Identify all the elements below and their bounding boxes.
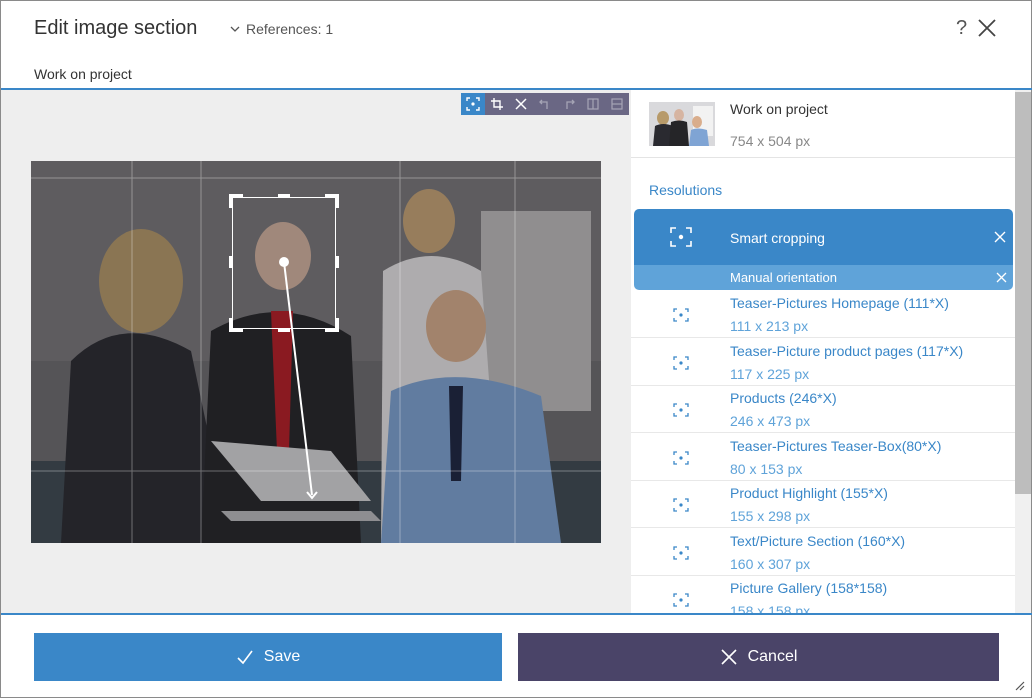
smart-crop-icon <box>466 97 480 111</box>
dialog-subtitle: Work on project <box>34 66 132 82</box>
checkmark-icon <box>237 650 253 665</box>
smart-crop-icon <box>673 403 689 417</box>
resize-grip-icon[interactable] <box>1013 679 1025 691</box>
resolutions-panel: Work on project 754 x 504 px Resolutions… <box>631 90 1015 613</box>
resolution-item[interactable]: Teaser-Pictures Teaser-Box(80*X) 80 x 153… <box>631 434 1015 481</box>
image-editor-area <box>1 90 631 613</box>
references-label: References: 1 <box>246 21 334 37</box>
manual-orientation-label: Manual orientation <box>730 270 837 285</box>
resolution-size: 158 x 158 px <box>730 603 811 613</box>
resolution-name: Picture Gallery (158*158) <box>730 580 888 596</box>
panel-scrollbar[interactable] <box>1015 90 1031 613</box>
edit-image-dialog: Edit image section References: 1 ? Work … <box>0 0 1032 698</box>
image-name: Work on project <box>730 101 828 117</box>
smart-crop-icon <box>673 545 689 560</box>
chevron-down-icon <box>230 26 240 32</box>
close-icon[interactable] <box>994 231 1006 243</box>
flip-vertical-icon <box>611 98 623 110</box>
flip-vertical-tool[interactable] <box>605 93 629 115</box>
flip-horizontal-icon <box>587 98 599 110</box>
cancel-button[interactable]: Cancel <box>518 633 999 681</box>
resolution-name: Products (246*X) <box>730 390 837 406</box>
undo-tool[interactable] <box>533 93 557 115</box>
smart-crop-icon <box>673 498 689 512</box>
close-icon <box>721 649 737 665</box>
close-icon <box>515 98 527 110</box>
resolution-size: 80 x 153 px <box>730 460 803 477</box>
close-icon[interactable] <box>996 272 1007 283</box>
resolution-size: 111 x 213 px <box>730 318 809 334</box>
resolution-item[interactable]: Picture Gallery (158*158) 158 x 158 px <box>631 576 1015 613</box>
close-icon[interactable] <box>977 18 997 38</box>
resolution-size: 160 x 307 px <box>730 555 811 572</box>
smart-crop-icon <box>673 593 689 607</box>
resolution-name: Teaser-Pictures Teaser-Box(80*X) <box>730 437 942 454</box>
footer-divider <box>1 613 1032 615</box>
undo-icon <box>539 99 548 109</box>
flip-horizontal-tool[interactable] <box>581 93 605 115</box>
resolution-size: 246 x 473 px <box>730 413 811 429</box>
cancel-label: Cancel <box>747 648 798 665</box>
dialog-title: Edit image section <box>34 17 198 39</box>
image-size: 754 x 504 px <box>730 133 811 149</box>
smart-cropping-label: Smart cropping <box>730 230 825 246</box>
editor-toolbar <box>461 93 629 115</box>
redo-icon <box>566 99 575 109</box>
references-toggle[interactable]: References: 1 <box>230 21 333 37</box>
smart-crop-icon <box>673 308 689 322</box>
smart-crop-tool[interactable] <box>461 93 485 115</box>
resolution-item[interactable]: Teaser-Picture product pages (117*X) 117 … <box>631 339 1015 386</box>
remove-crop-tool[interactable] <box>509 93 533 115</box>
save-button[interactable]: Save <box>34 633 502 681</box>
resolution-name: Teaser-Pictures Homepage (111*X) <box>730 295 949 311</box>
help-icon[interactable]: ? <box>956 17 967 40</box>
resolution-item[interactable]: Text/Picture Section (160*X) 160 x 307 px <box>631 529 1015 576</box>
image-thumbnail <box>649 102 715 146</box>
resolution-item[interactable]: Teaser-Pictures Homepage (111*X) 111 x 21… <box>631 291 1015 338</box>
smart-crop-icon <box>670 227 692 247</box>
resolution-name: Teaser-Picture product pages (117*X) <box>730 342 964 359</box>
resolutions-heading: Resolutions <box>649 182 723 198</box>
resolution-item[interactable]: Product Highlight (155*X) 155 x 298 px <box>631 481 1015 528</box>
smart-cropping-item[interactable]: Smart cropping <box>634 209 1013 265</box>
crop-tool[interactable] <box>485 93 509 115</box>
image-info: Work on project 754 x 504 px <box>631 90 1015 158</box>
editable-photo[interactable] <box>31 161 601 543</box>
resolution-name: Product Highlight (155*X) <box>730 485 888 501</box>
crop-icon <box>491 98 503 110</box>
redo-tool[interactable] <box>557 93 581 115</box>
resolution-size: 117 x 225 px <box>730 365 810 382</box>
resolution-size: 155 x 298 px <box>730 508 811 524</box>
smart-crop-icon <box>673 450 689 465</box>
manual-orientation-item[interactable]: Manual orientation <box>634 265 1013 290</box>
resolution-item[interactable]: Products (246*X) 246 x 473 px <box>631 386 1015 433</box>
resolution-name: Text/Picture Section (160*X) <box>730 532 906 549</box>
smart-crop-icon <box>673 355 689 370</box>
thumbnail-image <box>649 102 715 146</box>
scrollbar-thumb[interactable] <box>1015 92 1031 494</box>
focus-point-connector <box>279 257 318 500</box>
save-label: Save <box>263 648 301 665</box>
